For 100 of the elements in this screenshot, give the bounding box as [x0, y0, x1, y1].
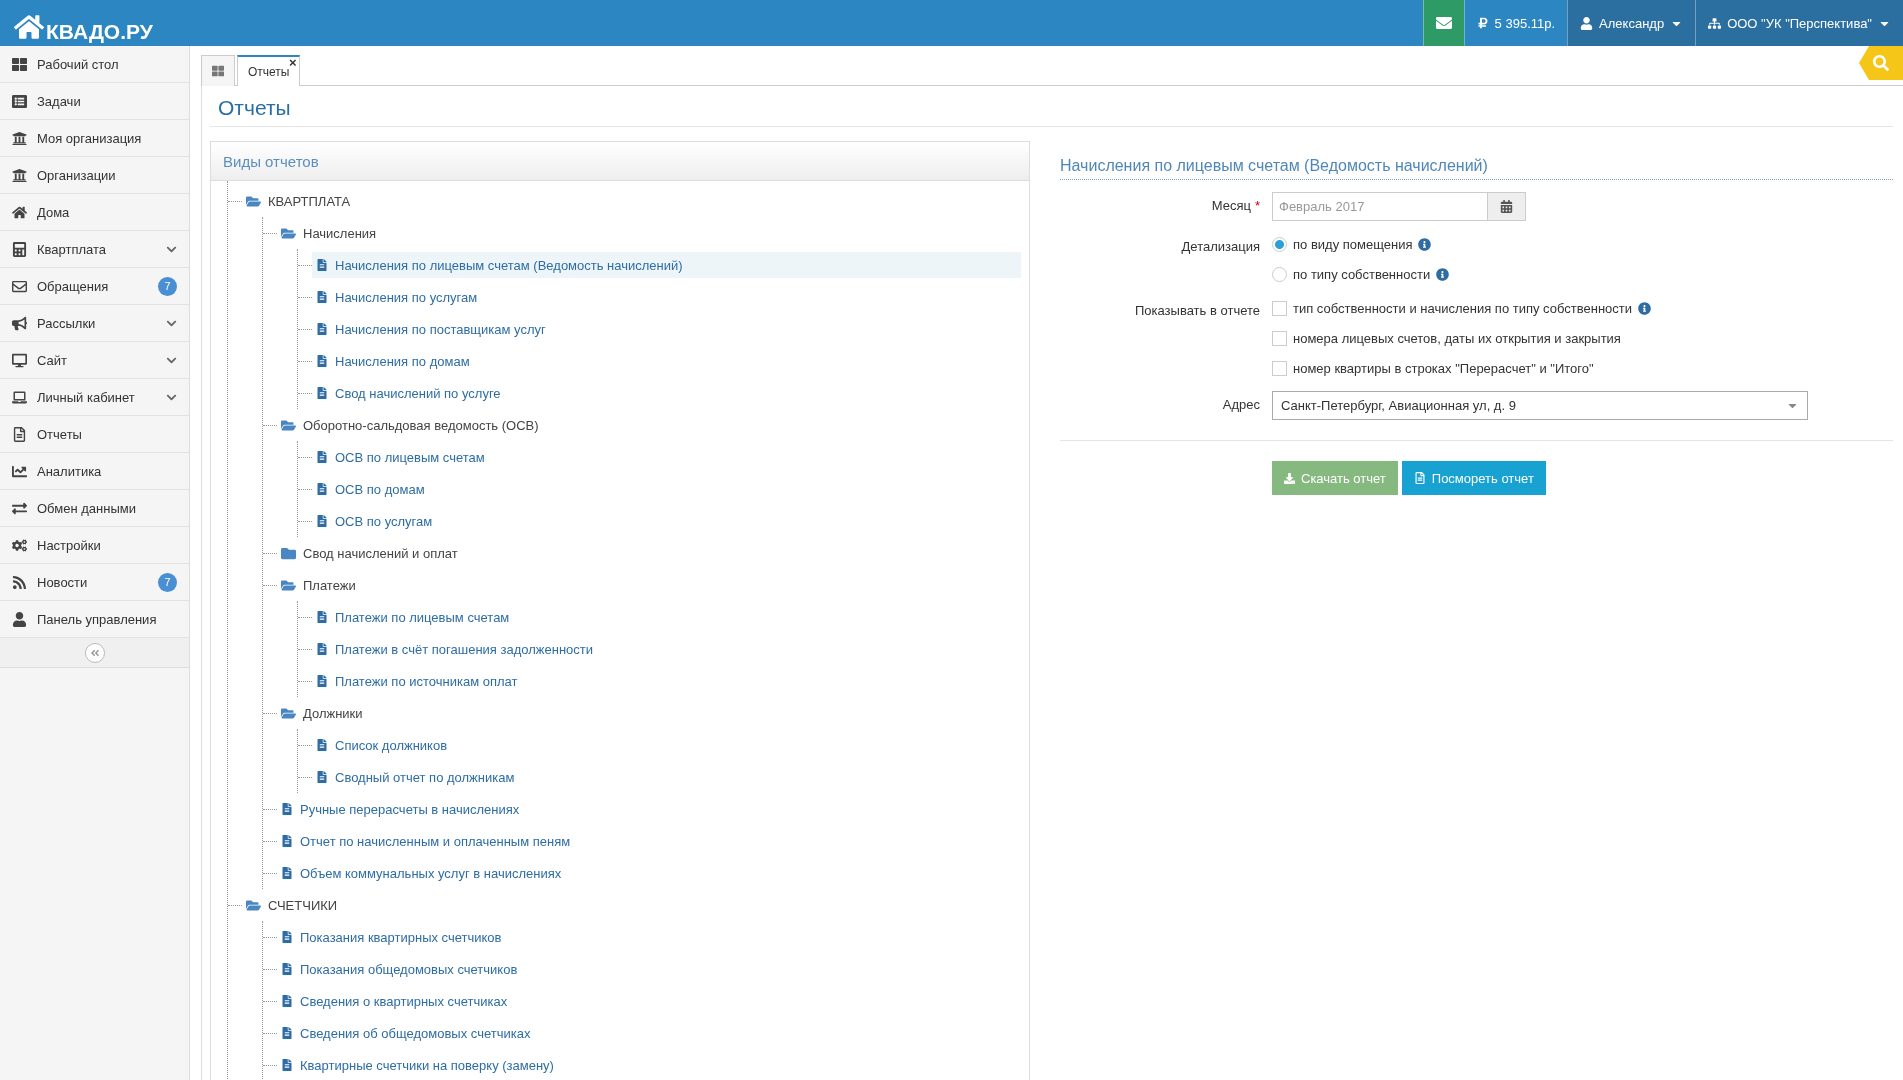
megaphone-icon — [12, 315, 27, 331]
document-icon — [281, 931, 293, 943]
report-link[interactable]: Сведения о квартирных счетчиках — [277, 988, 1021, 1014]
info-icon[interactable] — [1638, 301, 1651, 315]
document-icon — [281, 963, 293, 975]
sidebar-item[interactable]: Обращения 7 — [0, 268, 189, 305]
report-link[interactable]: ОСВ по домам — [312, 476, 1021, 502]
sidebar-item[interactable]: Аналитика — [0, 453, 189, 490]
tab[interactable]: Отчеты × — [237, 55, 301, 86]
sidebar-item[interactable]: Обмен данными — [0, 490, 189, 527]
sidebar-item[interactable]: Новости 7 — [0, 564, 189, 601]
month-field[interactable]: Февраль 2017 — [1272, 192, 1488, 221]
info-icon[interactable] — [1436, 267, 1450, 281]
document-icon — [316, 643, 328, 655]
tree-folder[interactable]: Начисления — [277, 220, 1021, 246]
report-link[interactable]: ОСВ по услугам — [312, 508, 1021, 534]
document-icon — [316, 259, 328, 271]
report-link[interactable]: Показания квартирных счетчиков — [277, 924, 1021, 950]
sidebar-item[interactable]: Личный кабинет — [0, 379, 189, 416]
report-link[interactable]: Свод начислений по услуге — [312, 380, 1021, 406]
document-icon — [316, 515, 328, 527]
checkbox[interactable] — [1272, 360, 1287, 376]
report-link[interactable]: Отчет по начисленным и оплаченным пеням — [277, 828, 1021, 854]
form-title: Начисления по лицевым счетам (Ведомость начислений) — [1060, 157, 1893, 180]
report-link[interactable]: Показания общедомовых счетчиков — [277, 956, 1021, 982]
sidebar-item[interactable]: Задачи — [0, 83, 189, 120]
checkbox[interactable] — [1272, 330, 1287, 346]
field-label: Показывать в отчете — [1134, 302, 1260, 318]
grid-icon — [12, 56, 27, 72]
bank-icon — [12, 130, 27, 146]
document-icon — [281, 803, 293, 815]
report-link[interactable]: Платежи в счёт погашения задолженности — [312, 636, 1021, 662]
search-button[interactable] — [1859, 46, 1903, 80]
report-link[interactable]: Начисления по домам — [312, 348, 1021, 374]
sidebar-item[interactable]: Квартплата — [0, 231, 189, 268]
tree-folder[interactable]: Платежи — [277, 572, 1021, 598]
sidebar-item[interactable]: Рассылки — [0, 305, 189, 342]
document-icon — [281, 995, 293, 1007]
document-icon — [281, 1059, 293, 1071]
report-link[interactable]: Сведения об общедомовых счетчиках — [277, 1020, 1021, 1046]
radio-button[interactable] — [1272, 266, 1287, 282]
collapse-button[interactable] — [84, 642, 105, 663]
count-badge: 7 — [158, 572, 177, 592]
double-chevron-icon — [89, 647, 100, 658]
tree-folder[interactable]: Оборотно-сальдовая ведомость (ОСВ) — [277, 412, 1021, 438]
ruble-icon — [1476, 17, 1489, 29]
tree-folder[interactable]: Свод начислений и оплат — [277, 540, 1021, 566]
organization-menu[interactable]: ООО "УК "Перспектива" — [1695, 0, 1903, 46]
count-badge: 7 — [158, 276, 177, 296]
option-label: номера лицевых счетов, даты их открытия и закрытия — [1293, 330, 1621, 346]
tree-folder[interactable]: СЧЕТЧИКИ — [242, 892, 1021, 918]
calendar-button[interactable] — [1488, 192, 1526, 221]
user-menu[interactable]: Александр — [1567, 0, 1696, 46]
document-icon — [316, 387, 328, 399]
sidebar-item[interactable]: Дома — [0, 194, 189, 231]
sidebar-item[interactable]: Отчеты — [0, 416, 189, 453]
laptop-icon — [12, 389, 27, 405]
tree-folder[interactable]: Должники — [277, 700, 1021, 726]
sidebar-item[interactable]: Сайт — [0, 342, 189, 379]
sidebar-item[interactable]: Организации — [0, 157, 189, 194]
report-link[interactable]: Платежи по лицевым счетам — [312, 604, 1021, 630]
report-link[interactable]: Квартирные счетчики на поверку (замену) — [277, 1052, 1021, 1078]
list-icon — [12, 93, 27, 109]
logo[interactable]: КВАДО.РУ — [0, 0, 167, 46]
report-link[interactable]: Объем коммунальных услуг в начислениях — [277, 860, 1021, 886]
sidebar-item[interactable]: Рабочий стол — [0, 46, 189, 83]
house-icon — [14, 12, 44, 42]
report-link[interactable]: Начисления по поставщикам услуг — [312, 316, 1021, 342]
mail-button[interactable] — [1422, 0, 1464, 46]
report-link[interactable]: Начисления по услугам — [312, 284, 1021, 310]
document-icon — [1413, 472, 1426, 484]
sidebar-item[interactable]: Настройки — [0, 527, 189, 564]
document-icon — [316, 483, 328, 495]
user-icon — [12, 611, 27, 627]
sidebar-item[interactable]: Моя организация — [0, 120, 189, 157]
close-tab-button[interactable]: × — [288, 55, 297, 70]
report-link[interactable]: ОСВ по лицевым счетам — [312, 444, 1021, 470]
bank-icon — [12, 167, 27, 183]
report-link[interactable]: Ручные перерасчеты в начислениях — [277, 796, 1021, 822]
radio-button[interactable] — [1272, 236, 1287, 252]
tree-folder[interactable]: КВАРТПЛАТА — [242, 188, 1021, 214]
info-icon[interactable] — [1418, 237, 1432, 251]
option-label: по типу собственности — [1293, 266, 1431, 282]
home-tab[interactable] — [201, 55, 235, 86]
report-link[interactable]: Платежи по источникам оплат — [312, 668, 1021, 694]
report-link[interactable]: Список должников — [312, 732, 1021, 758]
chart-icon — [12, 463, 27, 479]
report-link[interactable]: Сводный отчет по должникам — [312, 764, 1021, 790]
checkbox[interactable] — [1272, 300, 1287, 316]
report-link[interactable]: Начисления по лицевым счетам (Ведомость начислений) — [312, 252, 1021, 278]
calendar-icon — [1500, 200, 1513, 213]
document-icon — [316, 451, 328, 463]
page-title: Отчеты — [210, 86, 1893, 127]
hierarchy-icon — [1708, 16, 1722, 30]
document-icon — [316, 739, 328, 751]
address-select[interactable]: Санкт-Петербург, Авиационная ул, д. 9 — [1272, 391, 1808, 420]
user-icon — [1580, 16, 1594, 30]
document-icon — [281, 867, 293, 879]
search-icon — [1873, 55, 1889, 71]
document-icon — [12, 426, 27, 442]
